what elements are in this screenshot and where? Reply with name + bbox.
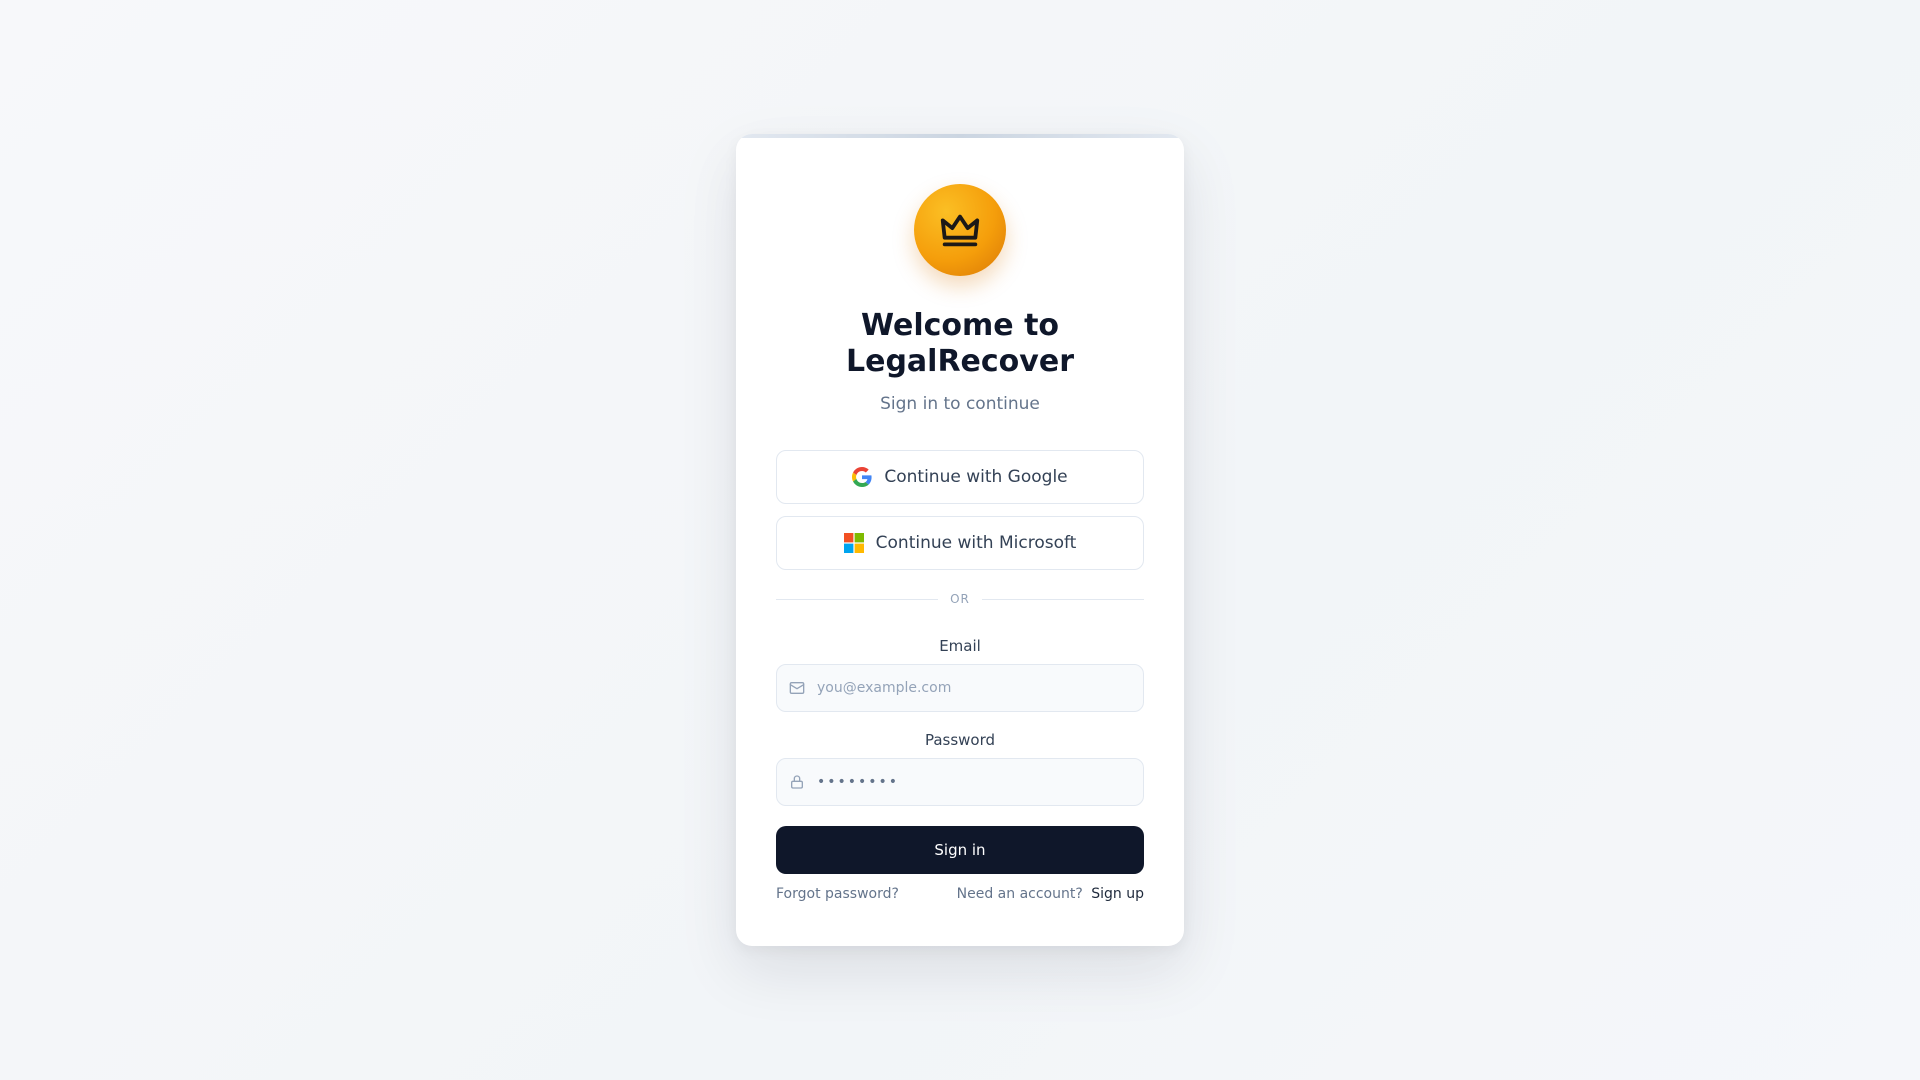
- password-field[interactable]: [815, 773, 1119, 791]
- login-card: Welcome to LegalRecover Sign in to conti…: [736, 134, 1184, 946]
- brand-logo: [914, 184, 1006, 276]
- signup-row: Need an account? Sign up: [957, 886, 1144, 902]
- divider-line-left: [776, 598, 939, 600]
- password-field-wrapper[interactable]: [776, 758, 1144, 806]
- email-field[interactable]: [815, 679, 1119, 697]
- page-subtitle: Sign in to continue: [880, 394, 1040, 414]
- mail-icon: [789, 682, 805, 694]
- login-page: Welcome to LegalRecover Sign in to conti…: [0, 0, 1920, 1080]
- or-divider: OR: [776, 592, 1145, 606]
- password-label: Password: [924, 731, 996, 749]
- auth-footer: Forgot password? Need an account? Sign u…: [776, 886, 1144, 902]
- email-label: Email: [939, 637, 981, 655]
- microsoft-icon: [843, 533, 864, 553]
- signup-prompt-text: Need an account?: [956, 886, 1083, 902]
- microsoft-button-label: Continue with Microsoft: [875, 533, 1077, 553]
- card-accent-line: [736, 134, 1184, 138]
- google-button-label: Continue with Google: [884, 467, 1068, 487]
- sign-up-link[interactable]: Sign up: [1091, 886, 1144, 902]
- forgot-password-link[interactable]: Forgot password?: [776, 886, 899, 902]
- divider-label: OR: [950, 592, 970, 606]
- crown-icon: [940, 214, 980, 247]
- lock-icon: [791, 775, 803, 789]
- continue-with-google-button[interactable]: Continue with Google: [776, 450, 1144, 504]
- email-field-wrapper[interactable]: [776, 664, 1144, 712]
- google-icon: [852, 467, 872, 487]
- divider-line-right: [981, 598, 1145, 600]
- page-title: Welcome to LegalRecover: [845, 308, 1074, 379]
- continue-with-microsoft-button[interactable]: Continue with Microsoft: [776, 516, 1144, 570]
- sign-in-button[interactable]: Sign in: [776, 826, 1144, 874]
